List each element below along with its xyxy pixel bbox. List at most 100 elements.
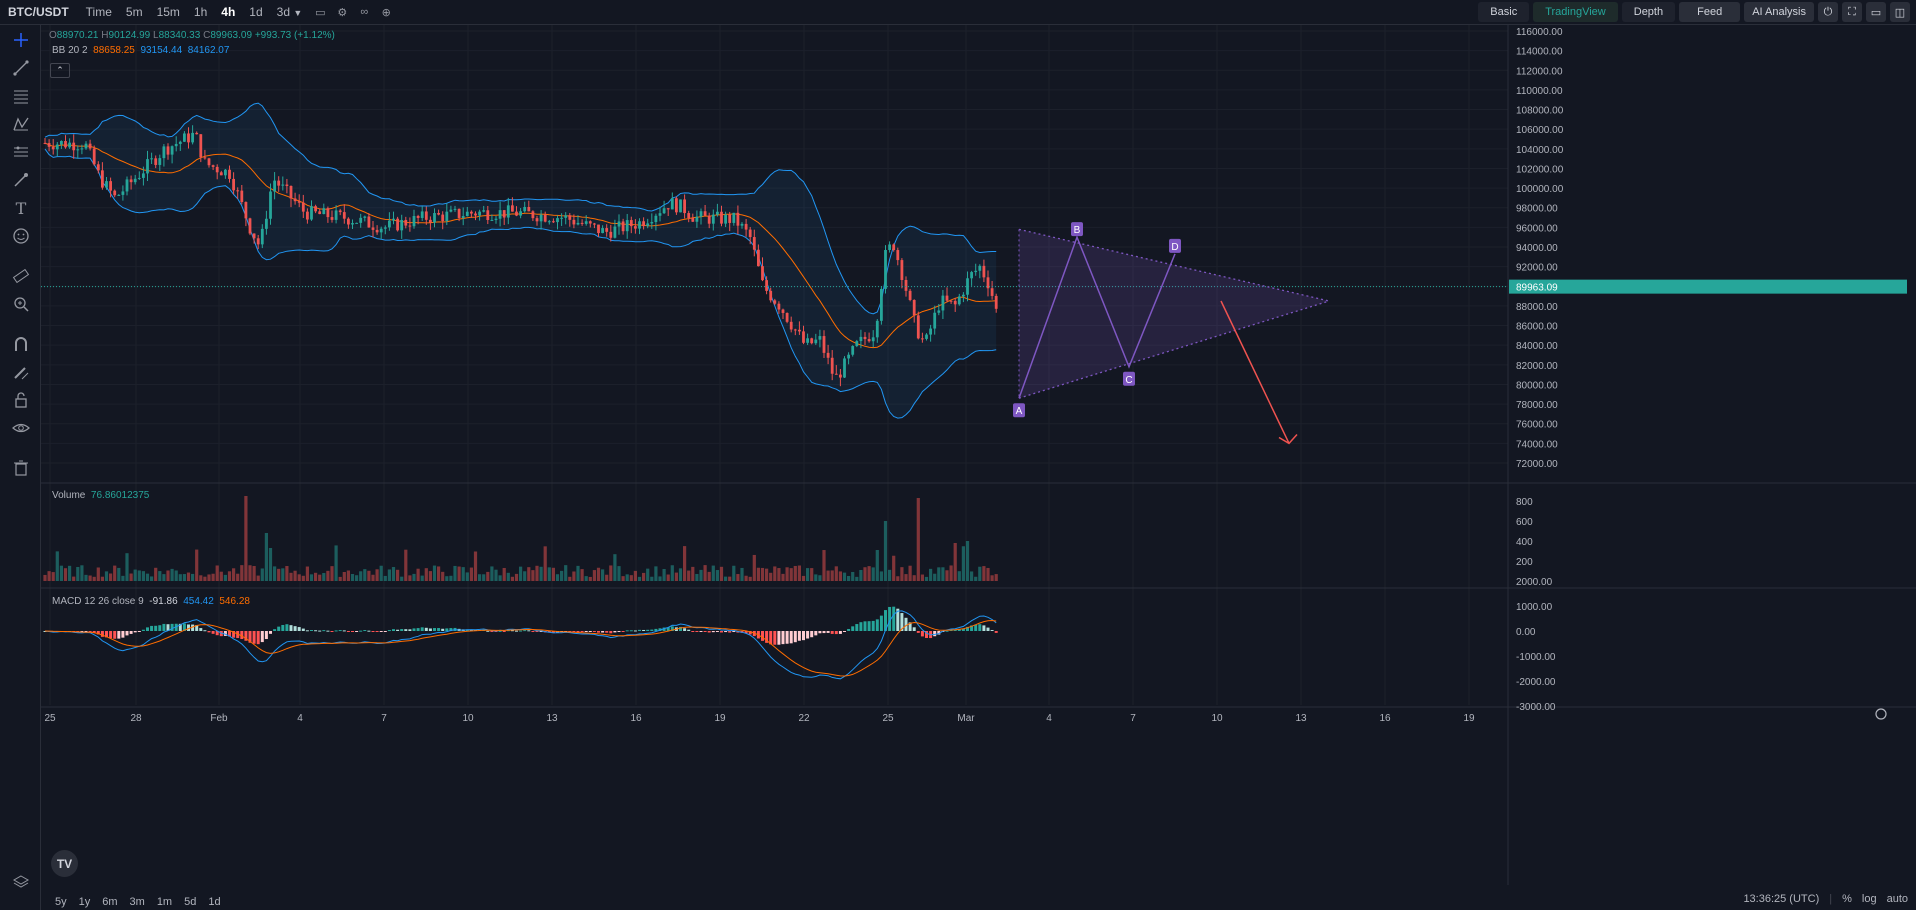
ruler-icon[interactable] bbox=[10, 265, 32, 287]
indicators-icon[interactable]: ∞ bbox=[355, 3, 373, 21]
volume-bar bbox=[703, 565, 707, 581]
range-1d[interactable]: 1d bbox=[202, 896, 226, 908]
macd-histogram-bar bbox=[433, 628, 436, 631]
tf-time[interactable]: Time bbox=[79, 5, 119, 19]
symbol-name[interactable]: BTC/USDT bbox=[0, 5, 79, 19]
range-6m[interactable]: 6m bbox=[96, 896, 123, 908]
trash-icon[interactable] bbox=[10, 457, 32, 479]
range-5y[interactable]: 5y bbox=[41, 896, 73, 908]
range-5d[interactable]: 5d bbox=[178, 896, 202, 908]
log-toggle[interactable]: log bbox=[1862, 893, 1877, 905]
macd-histogram-bar bbox=[392, 629, 395, 631]
layers-icon[interactable] bbox=[10, 871, 32, 893]
auto-toggle[interactable]: auto bbox=[1887, 893, 1908, 905]
volume-bar bbox=[375, 569, 379, 581]
view-depth-button[interactable]: Depth bbox=[1621, 2, 1676, 22]
candle-body bbox=[806, 338, 809, 343]
settings-icon[interactable]: ⚙ bbox=[333, 3, 351, 21]
zoom-icon[interactable] bbox=[10, 293, 32, 315]
candle-body bbox=[962, 294, 965, 297]
macd-histogram-bar bbox=[301, 628, 305, 631]
power-icon[interactable]: ⏻ bbox=[1818, 2, 1838, 22]
price-axis-label: 94000.00 bbox=[1516, 243, 1558, 254]
candle-body bbox=[219, 172, 223, 176]
view-basic-button[interactable]: Basic bbox=[1478, 2, 1530, 22]
tf-3d[interactable]: 3d ▼ bbox=[270, 5, 310, 19]
macd-histogram-bar bbox=[355, 631, 359, 632]
view-tradingview-button[interactable]: TradingView bbox=[1533, 2, 1618, 22]
candle-body bbox=[572, 219, 576, 225]
tf-5m[interactable]: 5m bbox=[119, 5, 150, 19]
emoji-icon[interactable] bbox=[10, 225, 32, 247]
candle-body bbox=[601, 228, 604, 234]
volume-bar bbox=[769, 572, 773, 581]
ai-analysis-button[interactable]: AI Analysis bbox=[1744, 2, 1814, 22]
brush-icon[interactable] bbox=[10, 169, 32, 191]
candle-body bbox=[465, 211, 469, 217]
eye-icon[interactable] bbox=[10, 417, 32, 439]
candle-body bbox=[519, 211, 522, 216]
candle-body bbox=[970, 272, 973, 279]
chart-area[interactable]: 89963.09 A B C D 116000.00 114000.00 112000.00 1… bbox=[41, 25, 1916, 885]
time-axis-label: 19 bbox=[714, 713, 726, 724]
window-icon[interactable]: ◫ bbox=[1890, 2, 1910, 22]
volume-bar bbox=[588, 576, 592, 581]
add-icon[interactable]: ⊕ bbox=[377, 3, 395, 21]
magnet-icon[interactable] bbox=[10, 333, 32, 355]
volume-bar bbox=[453, 565, 457, 581]
utc-clock[interactable]: 13:36:25 (UTC) bbox=[1743, 893, 1819, 905]
volume-bar bbox=[133, 569, 137, 581]
candle-body bbox=[867, 339, 871, 342]
lock-draw-icon[interactable] bbox=[10, 361, 32, 383]
macd-histogram-bar bbox=[154, 625, 158, 631]
volume-bar bbox=[379, 565, 383, 581]
volume-value: 76.86012375 bbox=[90, 490, 150, 501]
fullscreen-icon[interactable]: ⛶ bbox=[1842, 2, 1862, 22]
macd-histogram-bar bbox=[359, 630, 363, 632]
candle-body bbox=[830, 357, 834, 374]
tf-1h[interactable]: 1h bbox=[187, 5, 214, 19]
trendline-icon[interactable] bbox=[10, 57, 32, 79]
feed-button[interactable]: Feed bbox=[1679, 2, 1741, 22]
macd-histogram-bar bbox=[584, 631, 588, 632]
tf-1d[interactable]: 1d bbox=[242, 5, 269, 19]
candle-body bbox=[843, 358, 846, 378]
collapse-legend-button[interactable]: ⌃ bbox=[50, 63, 70, 78]
range-1m[interactable]: 1m bbox=[151, 896, 178, 908]
percent-toggle[interactable]: % bbox=[1842, 893, 1852, 905]
volume-bar bbox=[154, 567, 158, 581]
macd-histogram-bar bbox=[875, 619, 879, 631]
candle-body bbox=[482, 210, 486, 212]
chart-type-icon[interactable]: ▭ bbox=[311, 3, 329, 21]
lock-icon[interactable] bbox=[10, 389, 32, 411]
candle-body bbox=[129, 179, 133, 183]
candle-body bbox=[133, 178, 137, 183]
volume-bar bbox=[564, 565, 568, 581]
candle-body bbox=[408, 225, 412, 227]
volume-bar bbox=[363, 569, 367, 581]
candle-body bbox=[379, 228, 383, 233]
macd-histogram-bar bbox=[892, 606, 896, 631]
candle-body bbox=[761, 266, 764, 281]
price-chart[interactable]: 89963.09 A B C D 116000.00 114000.00 112000.00 1… bbox=[41, 25, 1916, 885]
macd-histogram-bar bbox=[408, 629, 412, 631]
layout-icon[interactable]: ▭ bbox=[1866, 2, 1886, 22]
volume-axis-label: 400 bbox=[1516, 537, 1533, 548]
crosshair-icon[interactable] bbox=[10, 29, 32, 51]
volume-bar bbox=[449, 575, 453, 581]
tf-15m[interactable]: 15m bbox=[150, 5, 187, 19]
pattern-icon[interactable] bbox=[10, 113, 32, 135]
candle-body bbox=[711, 214, 715, 224]
fib-icon[interactable] bbox=[10, 85, 32, 107]
text-icon[interactable]: T bbox=[10, 197, 32, 219]
tf-4h[interactable]: 4h bbox=[214, 5, 242, 19]
range-1y[interactable]: 1y bbox=[73, 896, 97, 908]
range-3m[interactable]: 3m bbox=[124, 896, 151, 908]
forecast-icon[interactable] bbox=[10, 141, 32, 163]
candle-body bbox=[605, 228, 609, 232]
volume-bar bbox=[391, 567, 396, 581]
volume-bar bbox=[63, 568, 68, 581]
candle-body bbox=[211, 165, 215, 167]
candle-body bbox=[511, 205, 514, 212]
candle-body bbox=[228, 169, 231, 179]
